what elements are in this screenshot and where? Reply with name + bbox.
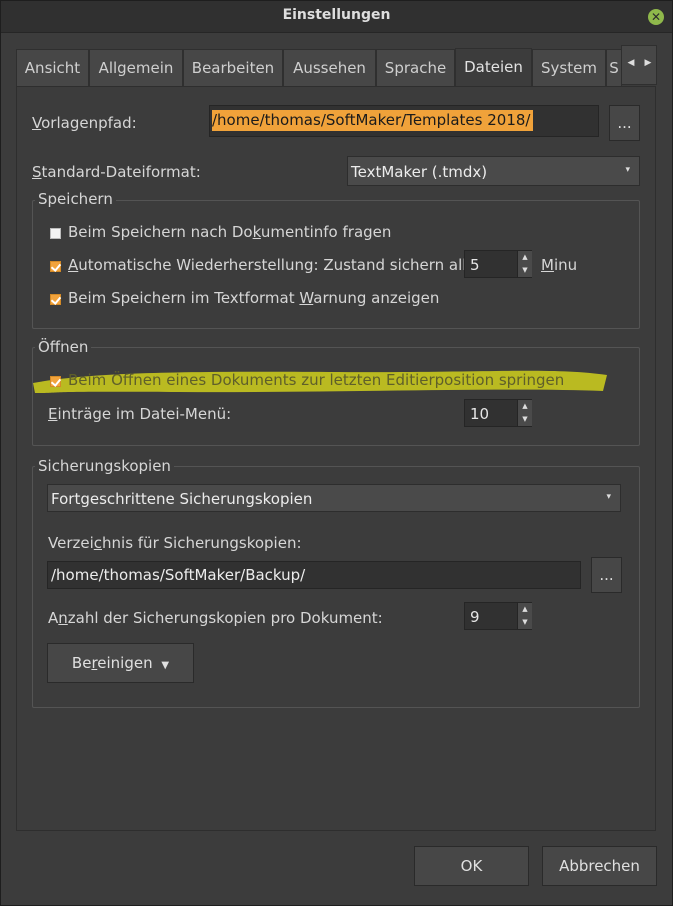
cancel-button[interactable]: Abbrechen <box>542 846 657 886</box>
spin-up-icon[interactable]: ▲ <box>518 251 532 264</box>
title-bar: Einstellungen ✕ <box>1 1 672 33</box>
spin-down-icon[interactable]: ▼ <box>518 264 532 277</box>
backup-mode-value: Fortgeschrittene Sicherungskopien <box>51 490 313 508</box>
template-path-input[interactable]: /home/thomas/SoftMaker/Templates 2018/ <box>209 105 599 137</box>
template-path-value: /home/thomas/SoftMaker/Templates 2018/ <box>212 110 534 131</box>
ask-docinfo-checkbox[interactable] <box>50 228 61 239</box>
backup-dir-value: /home/thomas/SoftMaker/Backup/ <box>51 566 306 584</box>
ok-button[interactable]: OK <box>414 846 529 886</box>
chevron-down-icon: ▾ <box>625 165 630 175</box>
backup-group-title: Sicherungskopien <box>35 457 174 475</box>
tab-scroll-right-icon[interactable]: ▶ <box>640 58 656 68</box>
template-path-browse-button[interactable]: ... <box>609 105 640 141</box>
open-group-title: Öffnen <box>35 338 92 356</box>
default-format-label: Standard-Dateiformat: <box>32 163 201 181</box>
tab-aussehen[interactable]: Aussehen <box>283 49 376 87</box>
default-format-select[interactable]: TextMaker (.tmdx) ▾ <box>347 156 640 186</box>
tab-dateien[interactable]: Dateien <box>455 48 532 87</box>
backup-mode-select[interactable]: Fortgeschrittene Sicherungskopien ▾ <box>47 484 621 512</box>
default-format-value: TextMaker (.tmdx) <box>351 163 488 181</box>
tab-bar: Ansicht Allgemein Bearbeiten Aussehen Sp… <box>16 48 656 87</box>
restore-position-label[interactable]: Beim Öffnen eines Dokuments zur letzten … <box>68 371 564 389</box>
spin-down-icon[interactable]: ▼ <box>518 413 532 426</box>
backup-count-spinner[interactable]: 9 ▲ ▼ <box>464 602 532 630</box>
recent-files-value: 10 <box>470 405 490 423</box>
tab-scroll-buttons: ◀ ▶ <box>621 45 657 85</box>
chevron-down-icon: ▾ <box>606 492 611 502</box>
tab-panel-dateien: Vorlagenpfad: /home/thomas/SoftMaker/Tem… <box>16 86 656 831</box>
tab-sprache[interactable]: Sprache <box>376 49 455 87</box>
close-icon[interactable]: ✕ <box>648 9 664 25</box>
autosave-checkbox[interactable] <box>50 261 61 272</box>
spin-down-icon[interactable]: ▼ <box>518 616 532 629</box>
backup-dir-input[interactable]: /home/thomas/SoftMaker/Backup/ <box>47 561 581 589</box>
autosave-label[interactable]: Automatische Wiederherstellung: Zustand … <box>68 256 476 274</box>
template-path-label: Vorlagenpfad: <box>32 114 137 132</box>
plaintext-warning-label[interactable]: Beim Speichern im Textformat Warnung anz… <box>68 289 439 307</box>
tab-scroll-left-icon[interactable]: ◀ <box>623 58 639 68</box>
plaintext-warning-checkbox[interactable] <box>50 294 61 305</box>
autosave-minutes-spinner[interactable]: 5 ▲ ▼ <box>464 250 532 278</box>
dropdown-arrow-icon: ▼ <box>161 660 170 671</box>
tab-overflow[interactable]: S <box>606 49 622 87</box>
recent-files-label: Einträge im Datei-Menü: <box>48 405 232 423</box>
spin-up-icon[interactable]: ▲ <box>518 400 532 413</box>
ask-docinfo-label[interactable]: Beim Speichern nach Dokumentinfo fragen <box>68 223 391 241</box>
backup-dir-label: Verzeichnis für Sicherungskopien: <box>48 534 302 552</box>
backup-dir-browse-button[interactable]: ... <box>591 557 622 593</box>
backup-count-value: 9 <box>470 608 480 626</box>
restore-position-checkbox[interactable] <box>50 376 61 387</box>
tab-bearbeiten[interactable]: Bearbeiten <box>183 49 283 87</box>
window-title: Einstellungen <box>282 7 391 23</box>
cleanup-button[interactable]: Bereinigen ▼ <box>47 643 194 683</box>
save-group-title: Speichern <box>35 190 116 208</box>
autosave-minutes-unit: Minu <box>541 256 578 274</box>
spin-up-icon[interactable]: ▲ <box>518 603 532 616</box>
tab-ansicht[interactable]: Ansicht <box>16 49 89 87</box>
backup-count-label: Anzahl der Sicherungskopien pro Dokument… <box>48 609 383 627</box>
tab-allgemein[interactable]: Allgemein <box>89 49 183 87</box>
tab-system[interactable]: System <box>532 49 606 87</box>
settings-dialog: Einstellungen ✕ Ansicht Allgemein Bearbe… <box>0 0 673 906</box>
autosave-minutes-value: 5 <box>470 256 480 274</box>
recent-files-spinner[interactable]: 10 ▲ ▼ <box>464 399 532 427</box>
